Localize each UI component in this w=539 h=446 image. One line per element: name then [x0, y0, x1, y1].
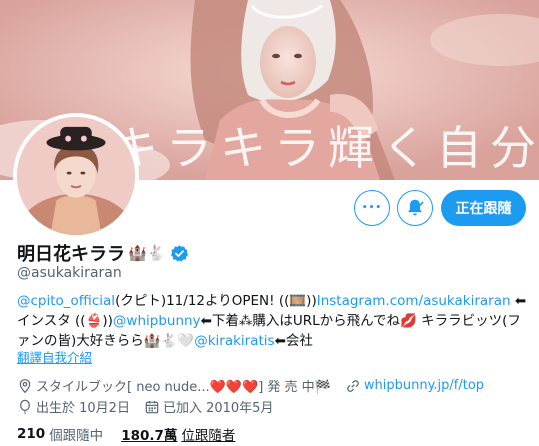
avatar-photo	[17, 117, 135, 235]
following-button[interactable]: 正在跟隨	[441, 190, 526, 226]
bio-text-1: (クピト)11/12よりOPEN! ((🎞️))	[115, 293, 317, 309]
profile-location: スタイルブック[ neo nude...❤️❤️❤️] 発 売 中🏁	[17, 376, 331, 395]
profile-bio: @cpito_official(クピト)11/12よりOPEN! ((🎞️))I…	[17, 291, 527, 351]
display-name: 明日花キララ	[17, 244, 125, 265]
profile-name-row: 明日花キララ 🏰🐇	[17, 240, 189, 266]
name-emojis: 🏰🐇	[128, 244, 166, 262]
profile-handle: @asukakiraran	[17, 265, 122, 281]
following-count-link[interactable]: 210 個跟隨中	[17, 424, 103, 444]
profile-joined: 已加入 2010年5月	[144, 397, 274, 416]
following-label: 個跟隨中	[49, 428, 104, 444]
balloon-icon	[20, 399, 30, 415]
notifications-button[interactable]	[397, 190, 433, 226]
bio-mention-cpito[interactable]: @cpito_official	[17, 293, 115, 309]
translate-bio-link[interactable]: 翻譯自我介紹	[17, 347, 92, 366]
bio-text-4: ⬅会社	[274, 333, 313, 349]
verified-badge-icon[interactable]	[170, 244, 189, 263]
link-icon	[347, 379, 359, 392]
birthday-text: 出生於 10月2日	[36, 401, 130, 416]
bio-mention-whipbunny[interactable]: @whipbunny	[113, 313, 201, 329]
follow-counts: 210 個跟隨中 180.7萬 位跟隨者	[17, 424, 235, 444]
profile-birthday: 出生於 10月2日	[17, 397, 130, 416]
followers-count: 180.7萬	[121, 428, 178, 444]
followers-count-link[interactable]: 180.7萬 位跟隨者	[121, 424, 235, 444]
profile-meta-row-2: 出生於 10月2日 已加入 2010年5月	[17, 397, 287, 416]
followers-label: 位跟隨者	[181, 428, 236, 444]
website-link[interactable]: whipbunny.jp/f/top	[364, 378, 484, 393]
bio-mention-kirakiratis[interactable]: @kirakiratis	[194, 333, 274, 349]
joined-text: 已加入 2010年5月	[162, 401, 274, 416]
avatar[interactable]	[13, 113, 139, 239]
following-count: 210	[17, 426, 46, 442]
more-icon: •••	[361, 203, 383, 213]
location-pin-icon	[19, 378, 31, 393]
banner-caption: キラキラ輝く自分へ	[112, 121, 539, 175]
notification-bell-icon	[408, 199, 424, 216]
profile-website: whipbunny.jp/f/top	[345, 378, 484, 394]
location-text: スタイルブック[ neo nude...❤️❤️❤️] 発 売 中🏁	[36, 380, 331, 395]
more-button[interactable]: •••	[354, 190, 390, 226]
calendar-icon	[145, 400, 159, 413]
bio-link-instagram[interactable]: Instagram.com/asukakiraran	[317, 293, 511, 309]
profile-meta-row-1: スタイルブック[ neo nude...❤️❤️❤️] 発 売 中🏁 whipb…	[17, 376, 498, 395]
